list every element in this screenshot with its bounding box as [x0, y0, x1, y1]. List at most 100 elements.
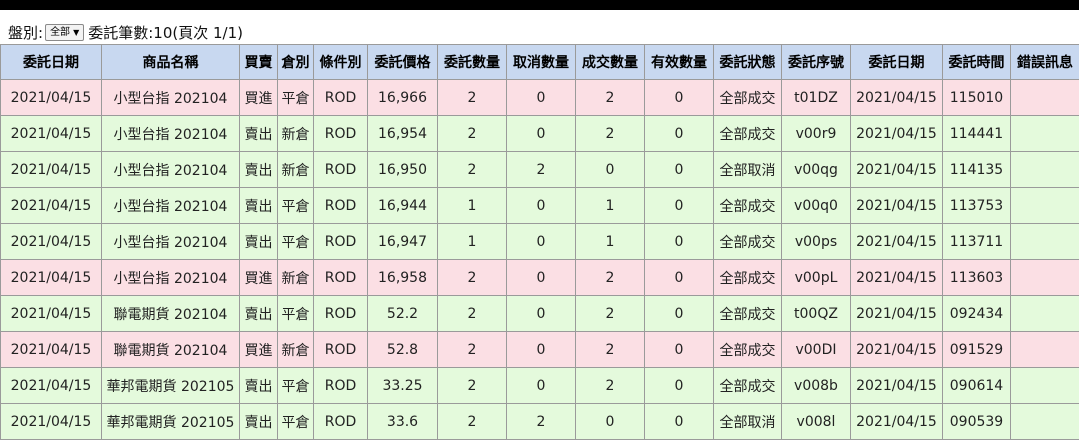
order-count-summary: 委託筆數:10(頁次 1/1) — [88, 23, 243, 42]
cell-order-date: 2021/04/15 — [0, 151, 102, 188]
cell-condition: ROD — [313, 295, 368, 332]
col-header[interactable]: 委託時間 — [942, 44, 1011, 80]
col-header[interactable]: 成交數量 — [575, 44, 645, 80]
cell-order-price: 52.2 — [367, 295, 438, 332]
cell-order-qty: 2 — [437, 151, 507, 188]
market-filter-select[interactable]: 全部 ▼ — [45, 23, 85, 41]
cell-error-message — [1010, 187, 1079, 224]
col-header[interactable]: 商品名稱 — [101, 44, 240, 80]
cell-condition: ROD — [313, 223, 368, 260]
cell-order-qty: 2 — [437, 259, 507, 296]
col-header[interactable]: 委託狀態 — [713, 44, 782, 80]
cell-order-status: 全部成交 — [713, 223, 782, 260]
cell-filled-qty: 1 — [575, 223, 645, 260]
col-header[interactable]: 錯誤訊息 — [1010, 44, 1079, 80]
cell-valid-qty: 0 — [644, 331, 714, 368]
market-filter-label: 盤別: — [8, 23, 44, 42]
cell-product-name: 小型台指 202104 — [101, 79, 240, 116]
cell-order-id: v008b — [781, 367, 851, 404]
cell-side: 賣出 — [239, 115, 278, 152]
cell-order-time: 113711 — [942, 223, 1011, 260]
cell-side: 買進 — [239, 259, 278, 296]
cell-position-type: 平倉 — [277, 187, 314, 224]
col-header[interactable]: 取消數量 — [506, 44, 576, 80]
table-row[interactable]: 2021/04/15 小型台指 202104 買進 平倉 ROD 16,966 2 0 2 0 全部… — [0, 79, 1079, 116]
cell-cancel-qty: 0 — [506, 115, 576, 152]
cell-position-type: 平倉 — [277, 295, 314, 332]
cell-position-type: 新倉 — [277, 151, 314, 188]
cell-order-date-2: 2021/04/15 — [850, 223, 943, 260]
cell-error-message — [1010, 79, 1079, 116]
cell-order-price: 16,958 — [367, 259, 438, 296]
cell-condition: ROD — [313, 79, 368, 116]
table-row[interactable]: 2021/04/15 小型台指 202104 賣出 平倉 ROD 16,944 1 0 1 0 全部… — [0, 187, 1079, 224]
filter-line: 盤別: 全部 ▼ 委託筆數:10(頁次 1/1) — [8, 21, 243, 43]
cell-order-date: 2021/04/15 — [0, 79, 102, 116]
cell-order-price: 33.25 — [367, 367, 438, 404]
cell-order-date-2: 2021/04/15 — [850, 79, 943, 116]
table-row[interactable]: 2021/04/15 小型台指 202104 買進 新倉 ROD 16,958 2 0 2 0 全部… — [0, 259, 1079, 296]
cell-order-date: 2021/04/15 — [0, 295, 102, 332]
cell-order-price: 52.8 — [367, 331, 438, 368]
cell-order-status: 全部成交 — [713, 367, 782, 404]
cell-filled-qty: 0 — [575, 151, 645, 188]
col-header[interactable]: 委託數量 — [437, 44, 507, 80]
cell-side: 賣出 — [239, 223, 278, 260]
cell-order-date-2: 2021/04/15 — [850, 403, 943, 440]
cell-order-status: 全部成交 — [713, 295, 782, 332]
table-row[interactable]: 2021/04/15 小型台指 202104 賣出 新倉 ROD 16,954 2 0 2 0 全部… — [0, 115, 1079, 152]
cell-filled-qty: 0 — [575, 403, 645, 440]
col-header[interactable]: 委託日期 — [850, 44, 943, 80]
cell-order-id: v00pL — [781, 259, 851, 296]
table-header-row: 委託日期 商品名稱 買賣 倉別 條件別 委託價格 委託數量 取消數量 成交數量 … — [0, 44, 1079, 80]
cell-position-type: 平倉 — [277, 403, 314, 440]
cell-condition: ROD — [313, 259, 368, 296]
cell-order-status: 全部成交 — [713, 115, 782, 152]
cell-order-status: 全部成交 — [713, 187, 782, 224]
cell-order-price: 16,947 — [367, 223, 438, 260]
cell-condition: ROD — [313, 331, 368, 368]
cell-valid-qty: 0 — [644, 115, 714, 152]
cell-cancel-qty: 2 — [506, 403, 576, 440]
cell-cancel-qty: 0 — [506, 295, 576, 332]
cell-error-message — [1010, 295, 1079, 332]
cell-order-status: 全部成交 — [713, 259, 782, 296]
cell-product-name: 小型台指 202104 — [101, 115, 240, 152]
cell-filled-qty: 2 — [575, 367, 645, 404]
cell-order-qty: 2 — [437, 115, 507, 152]
col-header[interactable]: 買賣 — [239, 44, 278, 80]
cell-order-status: 全部成交 — [713, 79, 782, 116]
col-header[interactable]: 委託價格 — [367, 44, 438, 80]
cell-order-id: v00DI — [781, 331, 851, 368]
cell-product-name: 小型台指 202104 — [101, 187, 240, 224]
cell-valid-qty: 0 — [644, 295, 714, 332]
cell-side: 賣出 — [239, 367, 278, 404]
cell-filled-qty: 2 — [575, 331, 645, 368]
table-row[interactable]: 2021/04/15 小型台指 202104 賣出 新倉 ROD 16,950 2 2 0 0 全部… — [0, 151, 1079, 188]
cell-error-message — [1010, 367, 1079, 404]
table-row[interactable]: 2021/04/15 聯電期貨 202104 賣出 平倉 ROD 52.2 2 0 2 0 全部成交… — [0, 295, 1079, 332]
cell-error-message — [1010, 115, 1079, 152]
cell-order-qty: 2 — [437, 79, 507, 116]
table-row[interactable]: 2021/04/15 華邦電期貨 202105 賣出 平倉 ROD 33.25 2 0 2 0 全部… — [0, 367, 1079, 404]
cell-cancel-qty: 0 — [506, 223, 576, 260]
col-header[interactable]: 委託序號 — [781, 44, 851, 80]
cell-order-id: t01DZ — [781, 79, 851, 116]
cell-order-date-2: 2021/04/15 — [850, 367, 943, 404]
cell-filled-qty: 2 — [575, 115, 645, 152]
cell-valid-qty: 0 — [644, 403, 714, 440]
col-header[interactable]: 有效數量 — [644, 44, 714, 80]
col-header[interactable]: 條件別 — [313, 44, 368, 80]
col-header[interactable]: 倉別 — [277, 44, 314, 80]
cell-cancel-qty: 0 — [506, 367, 576, 404]
cell-order-date: 2021/04/15 — [0, 187, 102, 224]
cell-condition: ROD — [313, 187, 368, 224]
col-header[interactable]: 委託日期 — [0, 44, 102, 80]
table-row[interactable]: 2021/04/15 聯電期貨 202104 買進 新倉 ROD 52.8 2 0 2 0 全部成交… — [0, 331, 1079, 368]
orders-table: 委託日期 商品名稱 買賣 倉別 條件別 委託價格 委託數量 取消數量 成交數量 … — [0, 44, 1079, 440]
top-bar — [0, 0, 1079, 10]
table-row[interactable]: 2021/04/15 華邦電期貨 202105 賣出 平倉 ROD 33.6 2 2 0 0 全部取… — [0, 403, 1079, 440]
cell-cancel-qty: 0 — [506, 331, 576, 368]
cell-order-date-2: 2021/04/15 — [850, 259, 943, 296]
table-row[interactable]: 2021/04/15 小型台指 202104 賣出 平倉 ROD 16,947 1 0 1 0 全部… — [0, 223, 1079, 260]
